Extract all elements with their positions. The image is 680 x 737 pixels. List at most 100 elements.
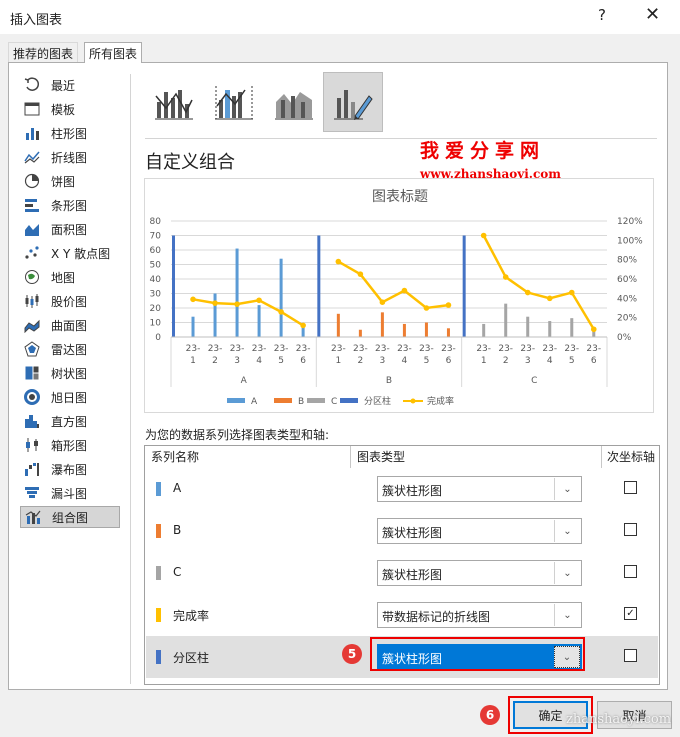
bar-A	[191, 316, 195, 337]
sidebar-item-treemap-chart[interactable]: 树状图	[20, 362, 120, 384]
line-marker	[256, 297, 262, 304]
template-icon	[23, 101, 41, 117]
series-color-swatch	[156, 566, 161, 580]
sidebar-item-funnel-chart[interactable]: 漏斗图	[20, 482, 120, 504]
divider-bar	[172, 235, 175, 337]
bar-chart-icon	[23, 197, 41, 213]
line-marker	[357, 271, 364, 277]
bar-B	[380, 312, 384, 337]
chevron-down-icon[interactable]: ⌄	[554, 562, 580, 584]
bar-B	[358, 329, 362, 337]
x-tick-label: 1	[481, 356, 487, 366]
secondary-axis-checkbox[interactable]	[624, 523, 637, 536]
line-marker	[568, 289, 575, 296]
x-tick-label: 1	[190, 356, 196, 366]
series-row[interactable]: C 簇状柱形图 ⌄	[146, 552, 658, 594]
x-tick-label: 23-	[252, 344, 267, 354]
line-series-segment	[192, 298, 304, 327]
chevron-down-icon[interactable]: ⌄	[554, 604, 580, 626]
sidebar-item-bar-chart[interactable]: 条形图	[20, 194, 120, 216]
sidebar-item-recent[interactable]: 最近	[20, 74, 120, 96]
recent-icon	[23, 77, 41, 93]
custom-combo-icon[interactable]	[323, 72, 383, 132]
series-row[interactable]: B 簇状柱形图 ⌄	[146, 510, 658, 552]
chevron-down-icon[interactable]: ⌄	[554, 478, 580, 500]
x-tick-label: 3	[525, 356, 531, 366]
line-chart-icon	[23, 149, 41, 165]
y-tick-label: 10	[150, 319, 162, 329]
sidebar-item-label: 组合图	[52, 510, 89, 525]
header-secondary-axis: 次坐标轴	[607, 450, 656, 464]
series-row[interactable]: 完成率 带数据标记的折线图 ⌄ ✓	[146, 594, 658, 636]
sidebar-item-boxplot-chart[interactable]: 箱形图	[20, 434, 120, 456]
x-tick-label: 4	[402, 356, 408, 366]
line-marker	[502, 274, 509, 280]
sidebar-item-line-chart[interactable]: 折线图	[20, 146, 120, 168]
sidebar-item-label: X Y 散点图	[51, 246, 111, 261]
bar-A	[235, 248, 239, 337]
sidebar-item-histogram-chart[interactable]: 直方图	[20, 410, 120, 432]
header-chart-type: 图表类型	[357, 450, 406, 464]
sidebar-item-combo-chart[interactable]: 组合图	[20, 506, 120, 528]
x-tick-label: 23-	[274, 344, 289, 354]
header-series-name: 系列名称	[151, 450, 200, 464]
sidebar-item-column-chart[interactable]: 柱形图	[20, 122, 120, 144]
sidebar-item-radar-chart[interactable]: 雷达图	[20, 338, 120, 360]
tab-recommended-charts[interactable]: 推荐的图表	[8, 42, 79, 62]
sidebar-item-sunburst-chart[interactable]: 旭日图	[20, 386, 120, 408]
legend-swatch	[340, 398, 358, 403]
legend-label: B	[298, 397, 304, 407]
close-icon[interactable]: ✕	[645, 4, 660, 25]
surface-chart-icon	[23, 317, 41, 333]
legend-swatch	[307, 398, 325, 403]
sidebar-item-label: 曲面图	[51, 318, 88, 333]
group-label: B	[386, 376, 392, 386]
x-tick-label: 4	[256, 356, 262, 366]
stacked-area-column-icon[interactable]	[264, 72, 324, 132]
chart-type-dropdown[interactable]: 簇状柱形图 ⌄	[377, 560, 582, 586]
y2-tick-label: 80%	[617, 256, 637, 266]
sidebar-item-surface-chart[interactable]: 曲面图	[20, 314, 120, 336]
sidebar-item-area-chart[interactable]: 面积图	[20, 218, 120, 240]
secondary-axis-checkbox[interactable]: ✓	[624, 607, 637, 620]
sidebar-item-map-chart[interactable]: 地图	[20, 266, 120, 288]
y-tick-label: 60	[150, 246, 162, 256]
secondary-axis-checkbox[interactable]	[624, 649, 637, 662]
y2-tick-label: 120%	[617, 217, 643, 227]
line-marker	[190, 296, 196, 303]
clustered-column-line-icon[interactable]	[144, 72, 204, 132]
sidebar-item-scatter-chart[interactable]: X Y 散点图	[20, 242, 120, 264]
sidebar-item-label: 饼图	[51, 174, 76, 189]
sidebar-item-label: 箱形图	[51, 438, 88, 453]
chart-type-dropdown[interactable]: 带数据标记的折线图 ⌄	[377, 602, 582, 628]
area-chart-icon	[23, 221, 41, 237]
secondary-axis-checkbox[interactable]	[624, 565, 637, 578]
bar-A	[213, 293, 217, 337]
sidebar-divider	[130, 74, 131, 684]
x-tick-label: 5	[424, 356, 430, 366]
chart-type-value: 带数据标记的折线图	[382, 610, 491, 624]
chevron-down-icon[interactable]: ⌄	[554, 520, 580, 542]
sidebar-item-waterfall-chart[interactable]: 瀑布图	[20, 458, 120, 480]
chart-type-dropdown[interactable]: 簇状柱形图 ⌄	[377, 518, 582, 544]
help-icon[interactable]: ?	[598, 6, 606, 24]
bar-B	[424, 322, 428, 337]
sidebar-item-template[interactable]: 模板	[20, 98, 120, 120]
tab-all-charts[interactable]: 所有图表	[84, 42, 143, 63]
legend-label: C	[331, 397, 337, 407]
clustered-column-line-secondary-icon[interactable]	[204, 72, 264, 132]
sidebar-item-stock-chart[interactable]: 股价图	[20, 290, 120, 312]
legend-label: A	[251, 397, 258, 407]
sidebar-item-label: 股价图	[51, 294, 88, 309]
sidebar-item-label: 瀑布图	[51, 462, 88, 477]
sidebar-item-pie-chart[interactable]: 饼图	[20, 170, 120, 192]
bar-A	[257, 305, 261, 337]
series-name: 分区柱	[173, 651, 210, 665]
x-tick-label: 2	[358, 356, 364, 366]
secondary-axis-checkbox[interactable]	[624, 481, 637, 494]
series-prompt: 为您的数据系列选择图表类型和轴:	[145, 428, 330, 442]
series-row[interactable]: A 簇状柱形图 ⌄	[146, 468, 658, 510]
chart-type-value: 簇状柱形图	[382, 484, 443, 498]
bar-A	[279, 258, 283, 337]
chart-type-dropdown[interactable]: 簇状柱形图 ⌄	[377, 476, 582, 502]
